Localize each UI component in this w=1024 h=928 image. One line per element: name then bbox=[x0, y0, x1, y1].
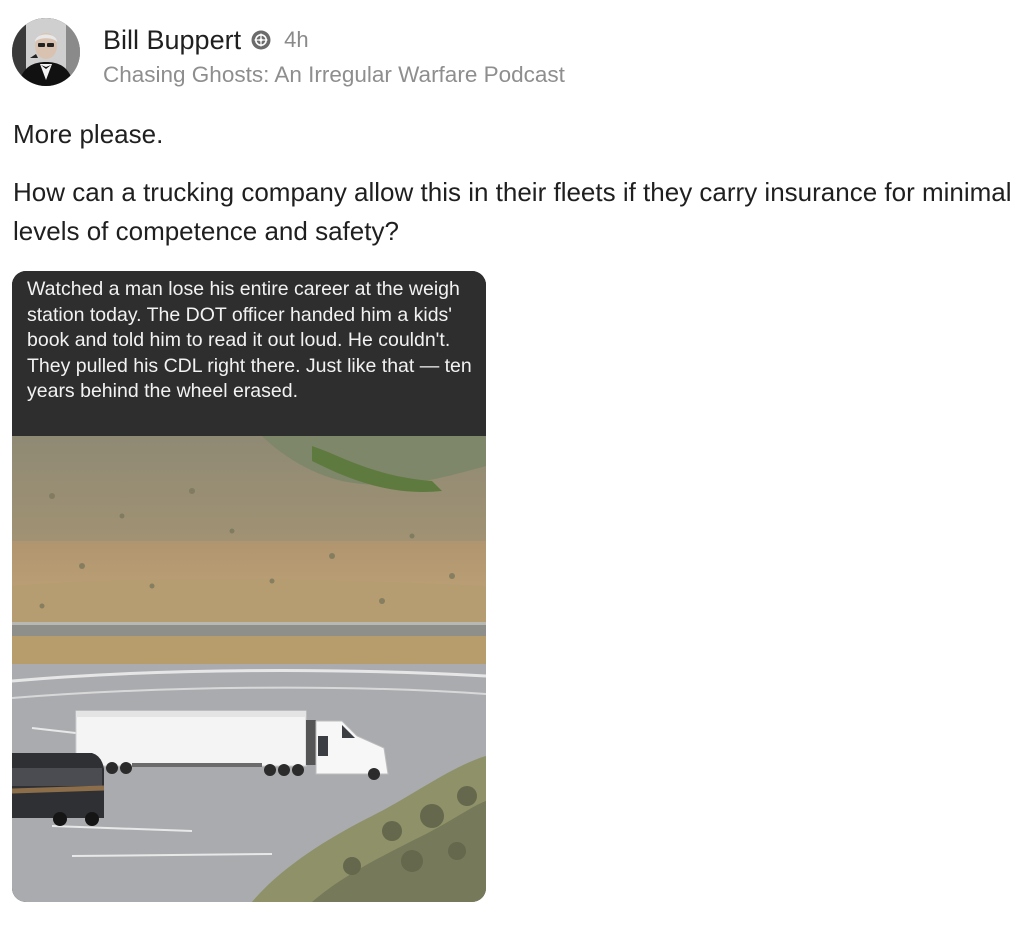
post-timestamp[interactable]: 4h bbox=[284, 27, 308, 53]
post-image[interactable]: Watched a man lose his entire career at … bbox=[12, 271, 486, 902]
post-card: Bill Buppert 4h Chasing Ghosts: An Irreg… bbox=[0, 0, 1024, 928]
author-header: Bill Buppert 4h bbox=[103, 20, 309, 60]
post-text-paragraph-1: More please. bbox=[13, 119, 164, 149]
author-avatar[interactable] bbox=[12, 18, 80, 86]
community-name[interactable]: Chasing Ghosts: An Irregular Warfare Pod… bbox=[103, 62, 565, 88]
image-caption-text: Watched a man lose his entire career at … bbox=[27, 278, 472, 402]
image-caption-band: Watched a man lose his entire career at … bbox=[12, 271, 486, 436]
badge-icon bbox=[251, 30, 271, 50]
truck-photo bbox=[12, 436, 486, 902]
author-name[interactable]: Bill Buppert bbox=[103, 25, 241, 56]
post-text-paragraph-2: How can a trucking company allow this in… bbox=[13, 177, 1012, 246]
